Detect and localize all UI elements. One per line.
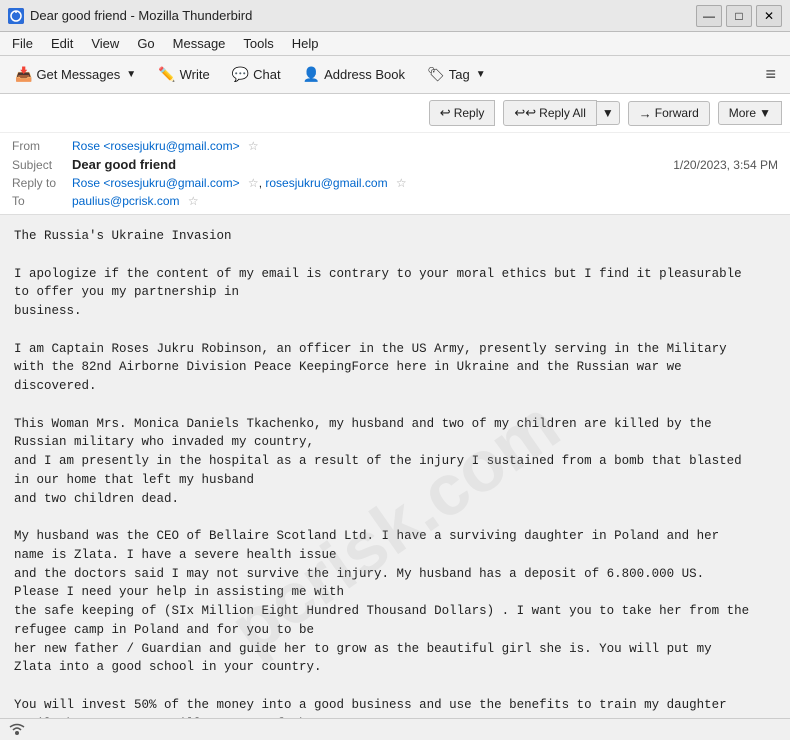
more-arrow-icon: ▼ <box>759 106 771 120</box>
reply-all-button[interactable]: ↩↩ Reply All <box>503 100 596 126</box>
get-messages-icon: 📥 <box>15 66 32 83</box>
tag-icon: 🏷 <box>427 66 445 83</box>
email-body: The Russia's Ukraine Invasion I apologiz… <box>0 215 790 718</box>
menu-tools[interactable]: Tools <box>235 34 281 53</box>
toolbar: 📥 Get Messages ▼ ✏️ Write 💬 Chat 👤 Addre… <box>0 56 790 94</box>
replyto-email-star[interactable]: ☆ <box>396 176 407 190</box>
replyto-value: Rose <rosesjukru@gmail.com> ☆, rosesjukr… <box>72 176 407 190</box>
replyto-label: Reply to <box>12 176 72 190</box>
menu-go[interactable]: Go <box>129 34 162 53</box>
get-messages-arrow[interactable]: ▼ <box>126 69 136 80</box>
email-actions: ↩ Reply ↩↩ Reply All ▼ → F <box>0 94 790 133</box>
reply-all-arrow-icon: ▼ <box>602 106 614 120</box>
to-label: To <box>12 194 72 208</box>
subject-label: Subject <box>12 158 72 172</box>
title-bar: Dear good friend - Mozilla Thunderbird —… <box>0 0 790 32</box>
maximize-button[interactable]: □ <box>726 5 752 27</box>
write-button[interactable]: ✏️ Write <box>149 61 219 88</box>
more-button-group: More ▼ <box>718 101 782 125</box>
write-icon: ✏️ <box>158 66 175 83</box>
menu-view[interactable]: View <box>83 34 127 53</box>
menu-message[interactable]: Message <box>165 34 234 53</box>
app-icon <box>8 8 24 24</box>
email-date: 1/20/2023, 3:54 PM <box>673 158 778 172</box>
chat-icon: 💬 <box>232 66 249 83</box>
minimize-button[interactable]: — <box>696 5 722 27</box>
hamburger-menu-button[interactable]: ≡ <box>757 62 784 87</box>
to-star[interactable]: ☆ <box>188 194 199 208</box>
from-value: Rose <rosesjukru@gmail.com> ☆ <box>72 139 259 153</box>
address-book-icon: 👤 <box>303 66 320 83</box>
tag-button[interactable]: 🏷 Tag ▼ <box>418 61 495 88</box>
reply-label: Reply <box>454 106 485 120</box>
address-book-button[interactable]: 👤 Address Book <box>294 61 414 88</box>
main-container: ↩ Reply ↩↩ Reply All ▼ → F <box>0 94 790 740</box>
reply-all-label: Reply All <box>539 106 586 120</box>
scroll-wrapper: pcrisk.com The Russia's Ukraine Invasion… <box>0 215 790 718</box>
reply-all-button-group: ↩↩ Reply All ▼ <box>503 100 619 126</box>
to-value: paulius@pcrisk.com ☆ <box>72 194 199 208</box>
subject-row: Subject Dear good friend 1/20/2023, 3:54… <box>12 155 778 174</box>
menu-bar: File Edit View Go Message Tools Help <box>0 32 790 56</box>
from-label: From <box>12 139 72 153</box>
email-meta: From Rose <rosesjukru@gmail.com> ☆ Subje… <box>0 133 790 214</box>
window-controls: — □ ✕ <box>696 5 782 27</box>
more-button[interactable]: More ▼ <box>718 101 782 125</box>
write-label: Write <box>180 67 210 82</box>
connection-icon <box>8 721 26 738</box>
menu-edit[interactable]: Edit <box>43 34 81 53</box>
forward-icon: → <box>639 106 652 121</box>
menu-help[interactable]: Help <box>284 34 327 53</box>
forward-label: Forward <box>655 106 699 120</box>
get-messages-button[interactable]: 📥 Get Messages ▼ <box>6 61 145 88</box>
from-email-link[interactable]: Rose <rosesjukru@gmail.com> <box>72 139 240 153</box>
reply-button[interactable]: ↩ Reply <box>429 100 496 126</box>
replyto-star[interactable]: ☆ <box>248 176 259 190</box>
window-title: Dear good friend - Mozilla Thunderbird <box>30 8 696 23</box>
email-area: ↩ Reply ↩↩ Reply All ▼ → F <box>0 94 790 718</box>
from-row: From Rose <rosesjukru@gmail.com> ☆ <box>12 137 778 155</box>
subject-value: Dear good friend <box>72 157 176 172</box>
from-star[interactable]: ☆ <box>248 139 259 153</box>
to-row: To paulius@pcrisk.com ☆ <box>12 192 778 210</box>
chat-label: Chat <box>253 67 280 82</box>
forward-button-group: → Forward <box>628 101 710 126</box>
more-label: More <box>729 106 756 120</box>
reply-icon: ↩ <box>440 105 451 121</box>
forward-button[interactable]: → Forward <box>628 101 710 126</box>
replyto-row: Reply to Rose <rosesjukru@gmail.com> ☆, … <box>12 174 778 192</box>
status-bar <box>0 718 790 740</box>
menu-file[interactable]: File <box>4 34 41 53</box>
replyto-email-link2[interactable]: rosesjukru@gmail.com <box>265 176 387 190</box>
chat-button[interactable]: 💬 Chat <box>223 61 290 88</box>
reply-all-dropdown-button[interactable]: ▼ <box>597 101 620 125</box>
get-messages-label: Get Messages <box>36 67 120 82</box>
address-book-label: Address Book <box>324 67 405 82</box>
close-button[interactable]: ✕ <box>756 5 782 27</box>
reply-button-group: ↩ Reply <box>429 100 496 126</box>
email-body-scroll[interactable]: pcrisk.com The Russia's Ukraine Invasion… <box>0 215 790 718</box>
to-email-link[interactable]: paulius@pcrisk.com <box>72 194 180 208</box>
reply-all-icon: ↩↩ <box>514 105 536 121</box>
email-header: ↩ Reply ↩↩ Reply All ▼ → F <box>0 94 790 215</box>
tag-arrow[interactable]: ▼ <box>476 69 486 80</box>
tag-label: Tag <box>449 67 470 82</box>
replyto-email-link[interactable]: Rose <rosesjukru@gmail.com> <box>72 176 240 190</box>
email-body-wrapper: pcrisk.com The Russia's Ukraine Invasion… <box>0 215 790 718</box>
